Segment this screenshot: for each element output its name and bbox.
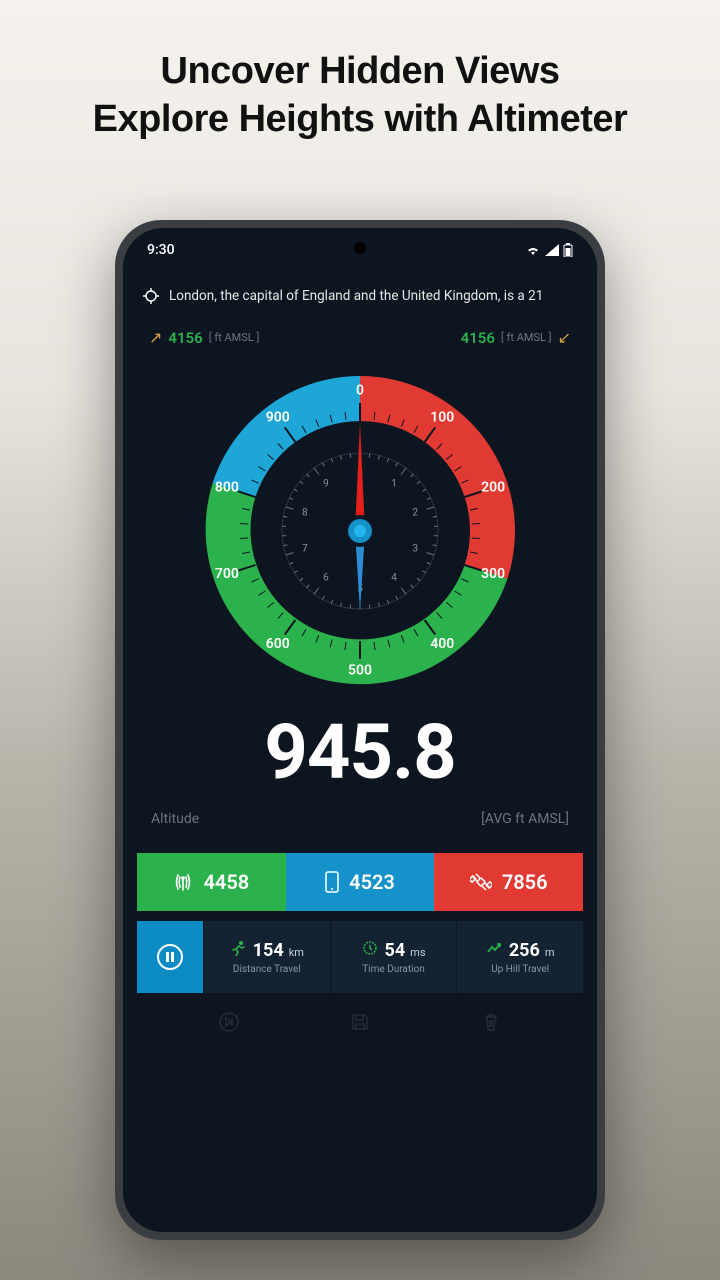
svg-text:8: 8: [302, 508, 308, 519]
svg-text:500: 500: [348, 663, 372, 679]
svg-text:100: 100: [430, 409, 454, 425]
svg-text:700: 700: [215, 566, 239, 582]
antenna-icon: [173, 872, 193, 892]
skip-icon[interactable]: [218, 1011, 240, 1033]
satellite-icon: [470, 871, 492, 893]
signal-icon: [545, 244, 559, 256]
altitude-label: Altitude: [151, 811, 199, 827]
altitude-value: 945.8: [123, 701, 597, 797]
wifi-icon: [525, 244, 541, 256]
svg-text:7: 7: [302, 544, 308, 555]
location-row: London, the capital of England and the U…: [123, 258, 597, 304]
battery-icon: [563, 243, 573, 257]
camera-notch: [354, 242, 366, 254]
altimeter-gauge: 0100200300400500600700800900 0123456789: [190, 361, 530, 701]
svg-text:600: 600: [266, 636, 290, 652]
svg-text:0: 0: [356, 383, 364, 399]
svg-text:1: 1: [391, 479, 397, 490]
clock-icon: [362, 940, 378, 956]
pause-button[interactable]: [137, 921, 203, 993]
arrow-up-icon: ↗: [149, 328, 162, 347]
svg-text:900: 900: [266, 409, 290, 425]
max-altitude: ↗ 4156 [ ft AMSL ]: [149, 328, 259, 347]
gauge-container: 0100200300400500600700800900 0123456789: [123, 347, 597, 701]
clock: 9:30: [147, 242, 175, 258]
crosshair-icon: [143, 288, 159, 304]
pause-icon: [156, 943, 184, 971]
svg-text:800: 800: [215, 479, 239, 495]
top-altitude-row: ↗ 4156 [ ft AMSL ] 4156 [ ft AMSL ] ↙: [123, 304, 597, 347]
min-altitude: 4156 [ ft AMSL ] ↙: [461, 328, 571, 347]
distance-stat: 154 km Distance Travel: [203, 921, 330, 993]
location-text: London, the capital of England and the U…: [169, 288, 543, 304]
svg-text:9: 9: [323, 479, 329, 490]
satellite-tile[interactable]: 7856: [434, 853, 583, 911]
status-icons: [525, 243, 573, 257]
network-tile[interactable]: 4458: [137, 853, 286, 911]
runner-icon: [230, 940, 246, 956]
altitude-labels: Altitude [AVG ft AMSL]: [123, 797, 597, 827]
svg-text:6: 6: [323, 573, 329, 584]
source-tiles: 4458 4523 7856: [137, 853, 583, 911]
uphill-stat: 256 m Up Hill Travel: [456, 921, 583, 993]
phone-icon: [325, 871, 339, 893]
svg-text:400: 400: [430, 636, 454, 652]
trash-icon[interactable]: [480, 1011, 502, 1033]
stats-row: 154 km Distance Travel 54 ms Time Durati…: [137, 921, 583, 993]
device-tile[interactable]: 4523: [286, 853, 435, 911]
save-icon[interactable]: [349, 1011, 371, 1033]
svg-text:3: 3: [412, 544, 418, 555]
screen: 9:30 London, the capital of England and …: [123, 228, 597, 1232]
svg-text:300: 300: [481, 566, 505, 582]
phone-frame: 9:30 London, the capital of England and …: [115, 220, 605, 1240]
trend-up-icon: [486, 940, 502, 956]
svg-text:2: 2: [412, 508, 418, 519]
promo-headline: Uncover Hidden Views Explore Heights wit…: [0, 0, 720, 143]
arrow-down-icon: ↙: [558, 328, 571, 347]
bottom-nav: [123, 993, 597, 1033]
svg-text:4: 4: [391, 573, 397, 584]
duration-stat: 54 ms Time Duration: [330, 921, 457, 993]
svg-text:200: 200: [481, 479, 505, 495]
altitude-avg-label: [AVG ft AMSL]: [481, 811, 569, 827]
